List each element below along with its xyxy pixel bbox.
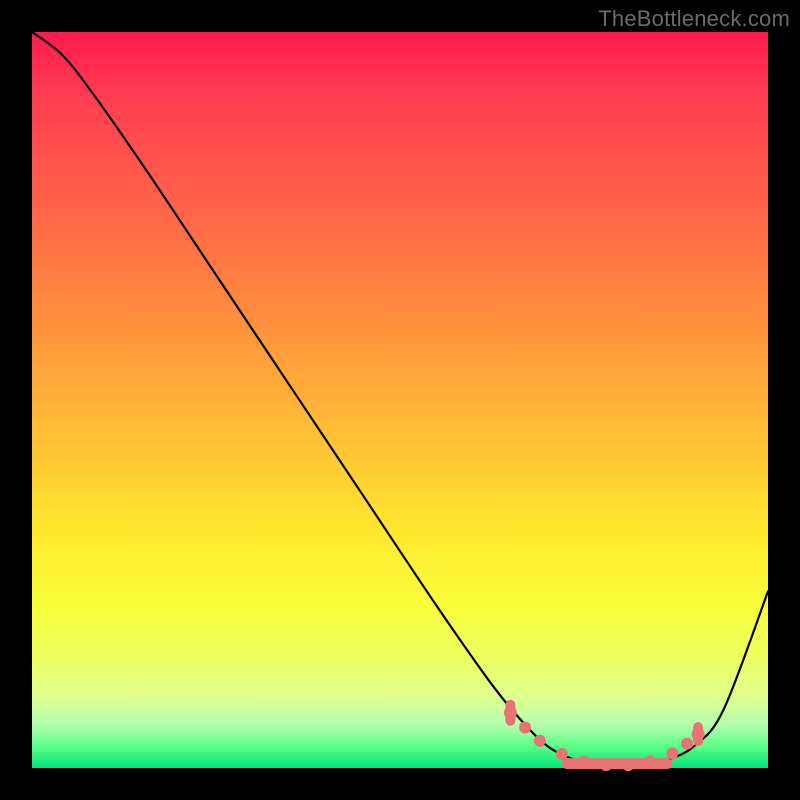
- curve-marker: [504, 706, 517, 719]
- curve-marker: [578, 755, 590, 767]
- curve-marker: [534, 735, 546, 747]
- curve-marker: [622, 759, 634, 771]
- curve-marker: [556, 748, 568, 760]
- curve-marker: [600, 759, 612, 771]
- bottleneck-curve: [32, 32, 768, 769]
- curve-marker: [644, 755, 656, 767]
- plot-area: [32, 32, 768, 768]
- curve-marker: [681, 738, 693, 750]
- watermark-text: TheBottleneck.com: [598, 6, 790, 32]
- curve-marker: [519, 722, 531, 734]
- curve-marker-pill-end: [693, 722, 703, 746]
- curve-marker: [666, 747, 678, 759]
- chart-frame: TheBottleneck.com: [0, 0, 800, 800]
- curve-svg: [32, 32, 768, 768]
